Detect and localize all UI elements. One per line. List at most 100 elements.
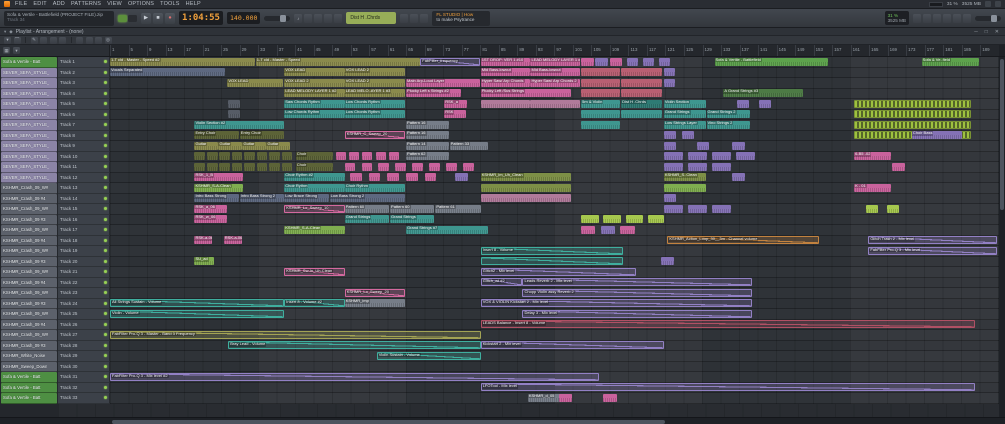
- clip[interactable]: KSHMR_S..Clean: [663, 173, 706, 181]
- track-mute-led[interactable]: [104, 165, 107, 169]
- clip[interactable]: [480, 183, 572, 192]
- track-lane[interactable]: RSK_w_06 Grand Strings Grand Strings: [110, 214, 999, 225]
- clip[interactable]: KSHMR_Action_Loop_30__3m - Channel volum…: [667, 236, 819, 244]
- clip[interactable]: Intro Bass Strong: [194, 194, 239, 202]
- clip[interactable]: [620, 225, 635, 234]
- track-header[interactable]: Track 12: [58, 172, 110, 183]
- picker-item[interactable]: KSHMR_Crash_09 #3: [1, 214, 57, 225]
- picker-item[interactable]: KSHMR_Crash_09_W#: [1, 288, 57, 299]
- clip[interactable]: Intro Bass Strong 2: [239, 194, 285, 202]
- picker-item[interactable]: KSHMR_Crash_09_W#: [1, 309, 57, 320]
- ruler-tick[interactable]: 65: [406, 45, 425, 56]
- clip[interactable]: [375, 152, 386, 160]
- time-display[interactable]: 1:04:55: [179, 11, 223, 25]
- browser-window-icon[interactable]: [953, 13, 961, 23]
- picker-item[interactable]: KSHMR_Crash_09_W#: [1, 267, 57, 278]
- clip[interactable]: [581, 225, 596, 234]
- clip[interactable]: [231, 162, 243, 171]
- track-lane[interactable]: LEADS Balance - Insert 8 - Volume: [110, 319, 999, 330]
- clip[interactable]: [206, 162, 218, 171]
- picker-item[interactable]: SEVER_SEFA_STYLE_: [1, 141, 57, 152]
- track-header[interactable]: Track 15: [58, 204, 110, 215]
- ruler-tick[interactable]: 25: [221, 45, 240, 56]
- clip[interactable]: Insert 8 - Volume: [480, 246, 623, 255]
- clip[interactable]: [661, 257, 674, 265]
- clip[interactable]: [663, 78, 676, 87]
- clip[interactable]: SU_ad: [194, 257, 214, 265]
- clip[interactable]: [663, 183, 706, 192]
- menu-item-patterns[interactable]: PATTERNS: [71, 1, 101, 7]
- track-header[interactable]: Track 22: [58, 277, 110, 288]
- track-mute-led[interactable]: [104, 91, 107, 95]
- track-mute-led[interactable]: [104, 322, 107, 326]
- track-header[interactable]: Track 17: [58, 225, 110, 236]
- track-header[interactable]: Track 4: [58, 88, 110, 99]
- clip[interactable]: [581, 89, 621, 97]
- menu-item-tools[interactable]: TOOLS: [160, 1, 180, 7]
- picker-item[interactable]: KSHMR_Crash_09 #4: [1, 277, 57, 288]
- menu-tool-icon[interactable]: ▾: [4, 36, 11, 44]
- clip[interactable]: Low Chords Rythm: [344, 99, 406, 108]
- playlist-window-icon[interactable]: [913, 13, 921, 23]
- clip[interactable]: [621, 89, 663, 97]
- play-button[interactable]: ▶: [141, 12, 151, 24]
- picker-item[interactable]: KSHMR_Crash_09_W#: [1, 183, 57, 194]
- track-mute-led[interactable]: [104, 354, 107, 358]
- picker-item[interactable]: SEVER_SEFA_STYLE_: [1, 172, 57, 183]
- picker-item[interactable]: SEVER_SEFA_STYLE_: [1, 88, 57, 99]
- track-lane[interactable]: Choir Pattern 62 6-B5 -02: [110, 151, 999, 162]
- clip[interactable]: RSK-a-06: [223, 236, 242, 244]
- clip[interactable]: K - 01: [854, 183, 892, 192]
- clip[interactable]: [735, 152, 756, 160]
- track-lane[interactable]: Low Chords Rythm Low Chords Rythm RSK Grand…: [110, 109, 999, 120]
- clip[interactable]: [627, 57, 639, 66]
- clip[interactable]: [854, 120, 972, 129]
- clip[interactable]: Leads Reverb 2 - Mix level: [522, 278, 752, 286]
- picker-item[interactable]: SEVER_SEFA_STYLE_: [1, 78, 57, 89]
- track-mute-led[interactable]: [104, 207, 107, 211]
- track-lane[interactable]: VOX LEAD VOX LEAD 2 VOX LEAD 2 Main Arp-Lou…: [110, 78, 999, 89]
- ruler-tick[interactable]: 33: [258, 45, 277, 56]
- ruler-tick[interactable]: 181: [943, 45, 962, 56]
- clip[interactable]: [194, 162, 206, 171]
- clip[interactable]: Choir: [295, 162, 334, 171]
- track-mute-led[interactable]: [104, 238, 107, 242]
- clip[interactable]: Choir Rythm: [284, 183, 345, 192]
- clip[interactable]: [387, 173, 399, 181]
- ruler-tick[interactable]: 61: [387, 45, 407, 56]
- clip[interactable]: [269, 152, 280, 160]
- track-lane[interactable]: Entry Choir Entry Choir KSHMR_C_Sweep_20 Pa…: [110, 130, 999, 141]
- track-mute-led[interactable]: [104, 60, 107, 64]
- clip[interactable]: [335, 152, 346, 160]
- zoom-tool-icon[interactable]: ◎: [104, 36, 112, 44]
- clip[interactable]: [659, 57, 671, 66]
- picker-item[interactable]: Sofa & Vertile - Batt: [1, 382, 57, 393]
- clip[interactable]: Mid Bass-lowcut: [530, 68, 581, 76]
- track-header[interactable]: Track 25: [58, 309, 110, 320]
- clip[interactable]: [663, 131, 677, 139]
- clip[interactable]: Glitch_wt #2: [480, 278, 522, 286]
- track-mute-led[interactable]: [104, 301, 107, 305]
- track-mute-led[interactable]: [104, 70, 107, 74]
- ruler-tick[interactable]: 145: [776, 45, 796, 56]
- track-lane[interactable]: Intro Bass Strong Intro Bass Strong 2 Low …: [110, 193, 999, 204]
- picker-item[interactable]: KSHMR_Crash_09 #4: [1, 235, 57, 246]
- clip[interactable]: Pattern 16: [406, 131, 449, 139]
- clip[interactable]: [244, 162, 255, 171]
- clip[interactable]: KSHMR_Lo_Sweep_10: [284, 204, 345, 213]
- ruler-tick[interactable]: 161: [850, 45, 870, 56]
- project-title-box[interactable]: Sofa & Vertile - Battlefield (PROJECT FI…: [4, 10, 114, 26]
- track-lane[interactable]: RSK_a_06 KSHMR_Lo_Sweep_10 Pattern 60 Patte…: [110, 204, 999, 215]
- tempo-display[interactable]: 140.000: [227, 12, 261, 24]
- clip[interactable]: [581, 57, 594, 66]
- clip[interactable]: [647, 215, 664, 223]
- ruler-tick[interactable]: 121: [665, 45, 684, 56]
- clip[interactable]: LEAD MELO..AYER 1 #3: [344, 89, 406, 97]
- clip[interactable]: KSHMR_Lo_Sweep_20: [344, 288, 406, 297]
- maximize-icon[interactable]: □: [983, 29, 990, 35]
- clip[interactable]: Mid Bass-lowcut: [480, 68, 531, 76]
- clip[interactable]: Low Strings Layer: [663, 120, 706, 129]
- track-header[interactable]: Track 5: [58, 99, 110, 110]
- clip[interactable]: [368, 173, 381, 181]
- clip[interactable]: Choir Rythm: [344, 183, 406, 192]
